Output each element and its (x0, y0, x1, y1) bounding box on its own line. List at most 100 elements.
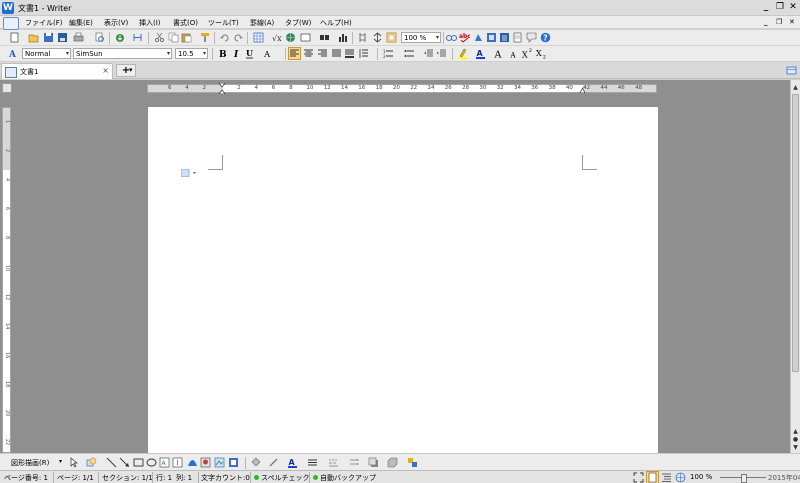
subscript-icon[interactable]: X2 (536, 48, 547, 59)
vertical-textbox-icon[interactable] (172, 457, 183, 468)
undo-icon[interactable] (219, 32, 230, 43)
line-tool-icon[interactable] (106, 457, 117, 468)
next-page-icon[interactable]: ▼ (792, 444, 799, 452)
menu-tools[interactable]: ツール(T) (208, 18, 239, 28)
new-document-icon[interactable] (9, 32, 20, 43)
restore-button[interactable]: ❐ (774, 2, 786, 13)
print-icon[interactable] (73, 32, 84, 43)
draw-font-color-icon[interactable]: A (287, 457, 298, 468)
object-alignment-icon[interactable] (407, 457, 418, 468)
line-spacing-icon[interactable] (358, 48, 369, 59)
scrollbar-thumb[interactable] (792, 94, 799, 372)
minimize-button[interactable]: _ (760, 2, 772, 13)
save-icon[interactable] (43, 32, 54, 43)
justify-icon[interactable] (331, 48, 342, 59)
font-color-icon[interactable]: A (475, 48, 486, 59)
status-spellcheck[interactable]: スペルチェック (261, 473, 310, 483)
text-effects-icon[interactable]: A (263, 48, 274, 59)
italic-icon[interactable]: I (231, 48, 242, 59)
navigator-icon[interactable] (372, 32, 383, 43)
align-right-icon[interactable] (317, 48, 328, 59)
autoshape-icon[interactable] (86, 457, 97, 468)
line-style-icon[interactable] (307, 457, 318, 468)
document-page[interactable] (148, 107, 658, 453)
menu-view[interactable]: 表示(V) (104, 18, 128, 28)
paste-options-icon[interactable] (181, 169, 197, 177)
menu-table[interactable]: 罫線(A) (250, 18, 274, 28)
show-formatting-icon[interactable] (357, 32, 368, 43)
ellipse-tool-icon[interactable] (146, 457, 157, 468)
dash-style-icon[interactable] (328, 457, 339, 468)
underline-icon[interactable]: U (244, 48, 255, 59)
right-indent-marker-icon[interactable] (579, 86, 586, 93)
paragraph-style-combo[interactable]: Normal ▾ (22, 48, 71, 59)
cut-icon[interactable] (154, 32, 165, 43)
doc-close-button[interactable]: ✕ (789, 18, 795, 26)
drawing-menu[interactable]: 図形描画(R) (11, 458, 49, 468)
help-icon[interactable]: ? (540, 32, 551, 43)
export-pdf-icon[interactable] (115, 32, 126, 43)
insert-formula-icon[interactable]: √x (272, 32, 283, 43)
fill-color-icon[interactable] (250, 457, 261, 468)
status-page-count[interactable]: ページ: 1/1 (57, 473, 94, 483)
menu-help[interactable]: ヘルプ(H) (320, 18, 352, 28)
menu-insert[interactable]: 挿入(I) (139, 18, 161, 28)
menu-format[interactable]: 書式(O) (173, 18, 198, 28)
arrow-tool-icon[interactable] (119, 457, 130, 468)
close-window-button[interactable]: ✕ (787, 2, 799, 13)
document-icon[interactable] (512, 32, 523, 43)
menu-edit[interactable]: 編集(E) (69, 18, 93, 28)
rectangle-tool-icon[interactable] (133, 457, 144, 468)
ruler-tab-selector[interactable] (2, 83, 12, 93)
increase-indent-icon[interactable] (436, 48, 447, 59)
gallery-icon[interactable] (473, 32, 484, 43)
tab-menu-chevron-icon[interactable]: ▾ (129, 66, 133, 74)
new-tab-button[interactable]: + (116, 64, 136, 77)
document-tab[interactable]: 文書1 × (1, 63, 113, 79)
arrow-style-icon[interactable] (349, 457, 360, 468)
status-auto-backup[interactable]: 自動バックアップ (320, 473, 376, 483)
document-menu-icon[interactable] (3, 17, 19, 30)
zoom-slider-thumb[interactable] (741, 474, 747, 483)
open-icon[interactable] (28, 32, 39, 43)
bullet-list-icon[interactable] (404, 48, 415, 59)
highlight-icon[interactable] (457, 48, 468, 59)
font-name-combo[interactable]: SimSun ▾ (73, 48, 172, 59)
redo-icon[interactable] (233, 32, 244, 43)
find-replace-icon[interactable] (446, 32, 457, 43)
font-size-combo[interactable]: 10.5 ▾ (175, 48, 208, 59)
insert-picture-icon[interactable] (200, 457, 211, 468)
styles-icon[interactable]: A (9, 48, 20, 59)
insert-hyperlink-icon[interactable] (285, 32, 296, 43)
paste-icon[interactable] (181, 32, 192, 43)
vertical-ruler[interactable]: 1 2 4 6 8 10 12 14 16 18 20 22 (2, 107, 11, 453)
zoom-combo[interactable]: 100 % ▾ (401, 32, 441, 43)
zoom-page-icon[interactable] (386, 32, 397, 43)
data-sources-icon[interactable] (499, 32, 510, 43)
outline-view-icon[interactable] (661, 472, 672, 483)
line-color-icon[interactable] (268, 457, 279, 468)
fullscreen-view-icon[interactable] (633, 472, 644, 483)
web-view-icon[interactable] (675, 472, 686, 483)
close-tab-icon[interactable]: × (102, 66, 109, 75)
textbox-icon[interactable]: A (159, 457, 170, 468)
chart-icon[interactable] (338, 32, 349, 43)
doc-minimize-button[interactable]: _ (764, 18, 768, 26)
shrink-font-icon[interactable]: A (508, 48, 519, 60)
vertical-scrollbar[interactable]: ▲ ▲ ● ▼ (790, 80, 800, 453)
spellcheck-icon[interactable]: abc (459, 32, 470, 43)
indent-marker-icon[interactable] (218, 83, 226, 94)
page-break-icon[interactable] (132, 32, 143, 43)
shadow-icon[interactable] (368, 457, 379, 468)
chevron-down-icon[interactable]: ▾ (59, 458, 62, 465)
scroll-up-icon[interactable]: ▲ (792, 84, 799, 92)
3d-icon[interactable] (387, 457, 398, 468)
clip-art-icon[interactable] (214, 457, 225, 468)
print-preview-icon[interactable] (94, 32, 105, 43)
copy-icon[interactable] (168, 32, 179, 43)
status-char-count[interactable]: 文字カウント:0 (201, 473, 250, 483)
insert-image-icon[interactable] (486, 32, 497, 43)
distributed-icon[interactable] (344, 48, 355, 59)
status-zoom-value[interactable]: 100 % (690, 473, 712, 481)
feedback-icon[interactable] (526, 32, 537, 43)
